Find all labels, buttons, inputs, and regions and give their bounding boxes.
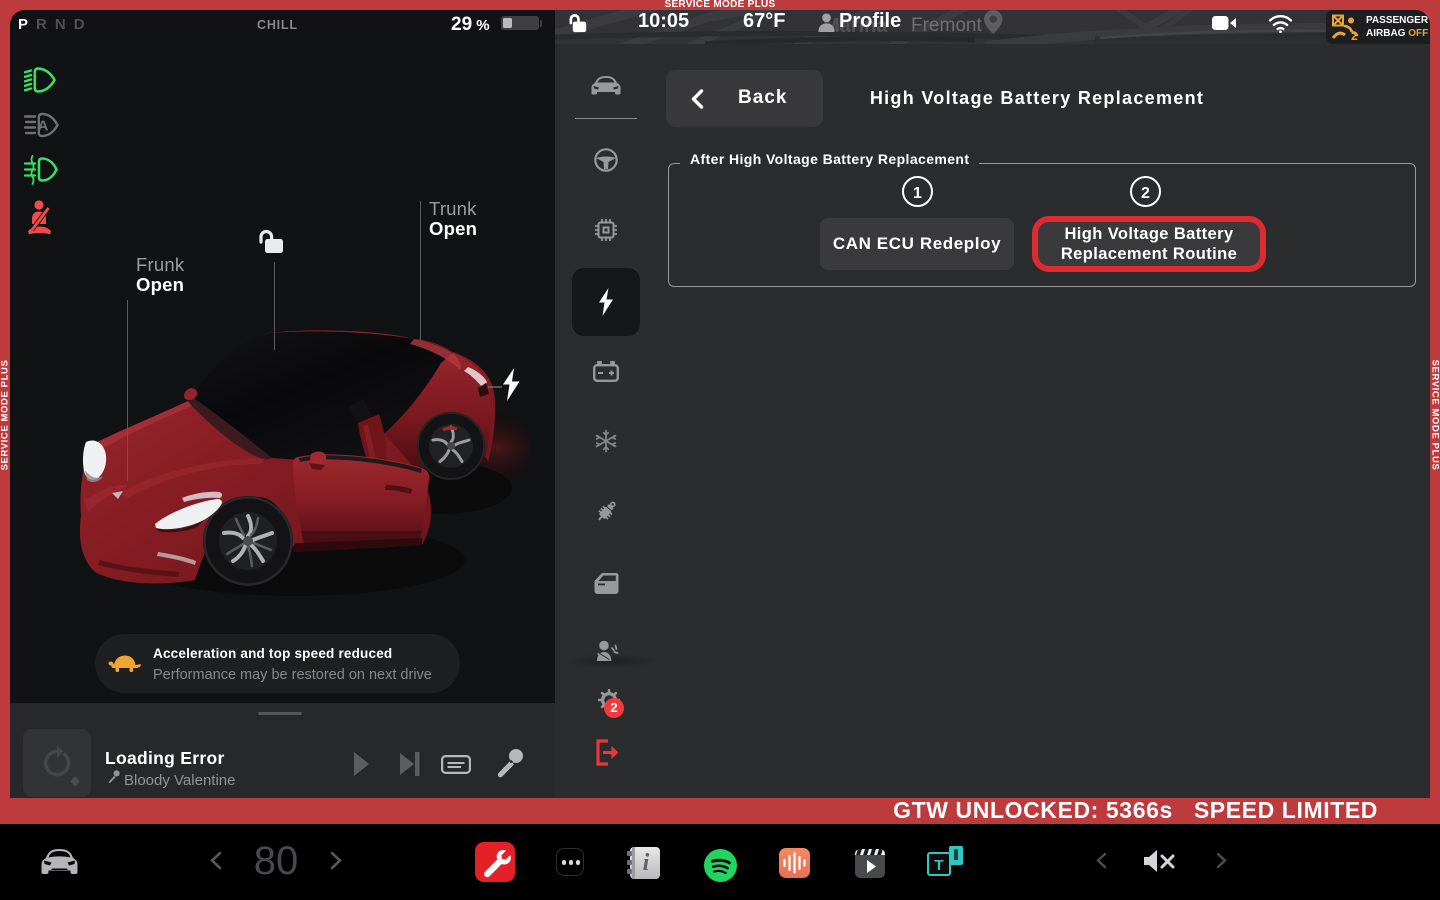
svg-text:A: A xyxy=(38,118,49,135)
svg-text:2: 2 xyxy=(1351,29,1358,41)
svg-text:Fremont: Fremont xyxy=(911,15,982,36)
